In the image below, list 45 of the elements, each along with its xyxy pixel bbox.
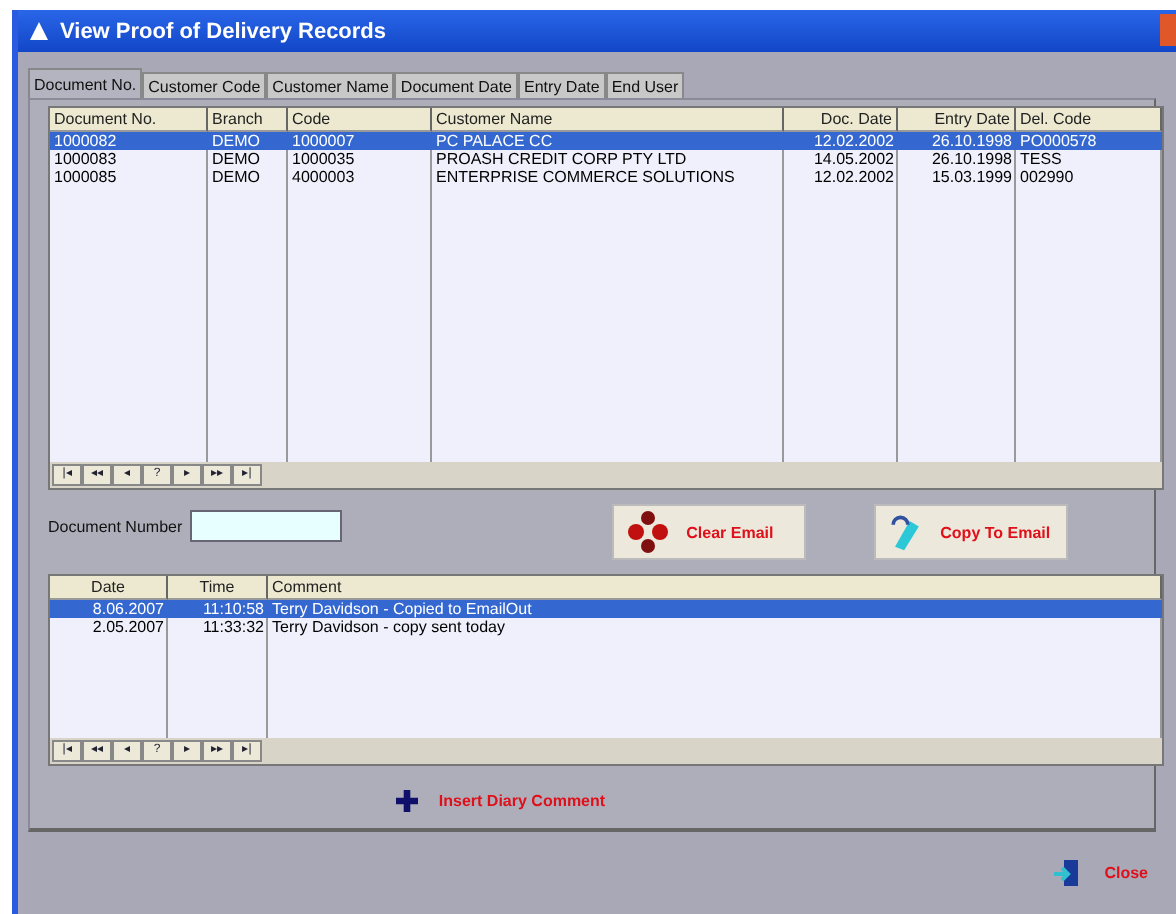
table-cell-text: 8.06.2007 [90, 600, 166, 618]
table-cell-text: 1000085 [52, 168, 119, 186]
table-cell-text: 26.10.1998 [929, 132, 1014, 150]
table-cell-text: 4000003 [290, 168, 357, 186]
tab[interactable]: Document No. [28, 68, 143, 98]
table-cell-text: DEMO [210, 168, 262, 186]
table-row[interactable]: 2.05.2007 11:33:32 Terry Davidson - copy sent today [50, 618, 1162, 636]
table-row[interactable]: 8.06.2007 11:10:58 Terry Davidson - Copied to EmailOut [50, 600, 1162, 618]
tab[interactable]: End User [605, 72, 685, 98]
triangle-icon [30, 22, 48, 40]
table-cell-text: 1000035 [290, 150, 357, 168]
table-cell-text: 11:33:32 [200, 618, 266, 636]
table-cell-text: 12.02.2002 [811, 132, 896, 150]
table-cell-text: 002990 [1018, 168, 1076, 186]
table-row[interactable]: 1000085 DEMO 4000003 ENTERPRISE COMMERCE SOLUTIONS 12.02.2002 15.03.1999 002990 [50, 168, 1162, 186]
table-cell-text: 26.10.1998 [929, 150, 1014, 168]
plus-icon [396, 790, 419, 812]
table-cell-text: 1000082 [52, 132, 119, 150]
table-cell-text: 2.05.2007 [90, 618, 166, 636]
window-title: View Proof of Delivery Records [60, 19, 387, 43]
table-row[interactable]: 1000082 DEMO 1000007 PC PALACE CC 12.02.2002 26.10.1998 PO000578 [50, 132, 1162, 150]
field-label: Document Number [48, 517, 183, 535]
tab[interactable]: Entry Date [518, 72, 606, 98]
table-cell-text: PROASH CREDIT CORP PTY LTD [434, 150, 689, 168]
table-cell-text: DEMO [210, 150, 262, 168]
tab[interactable]: Customer Code [142, 72, 267, 98]
table-cell-text: 1000007 [290, 132, 357, 150]
table-cell-text: 1000083 [52, 150, 119, 168]
tab[interactable]: Customer Name [266, 72, 395, 98]
document-number-field[interactable] [190, 510, 343, 542]
table-cell-text: Terry Davidson - Copied to EmailOut [270, 600, 534, 618]
table-cell-text: 15.03.1999 [929, 168, 1014, 186]
table-cell-text: TESS [1018, 150, 1064, 168]
tab[interactable]: Document Date [394, 72, 519, 98]
action-button[interactable]: Copy To Email [874, 504, 1069, 560]
table-cell-text: PC PALACE CC [434, 132, 555, 150]
action-button[interactable]: Clear Email [612, 504, 807, 560]
table-row[interactable]: 1000083 DEMO 1000035 PROASH CREDIT CORP PTY LTD 14.05.2002 26.10.1998 TESS [50, 150, 1162, 168]
table-cell-text: PO000578 [1018, 132, 1099, 150]
table-cell-text: 14.05.2002 [811, 150, 896, 168]
table-cell-text: 11:10:58 [200, 600, 266, 618]
table-cell-text: DEMO [210, 132, 262, 150]
table-cell-text: ENTERPRISE COMMERCE SOLUTIONS [434, 168, 737, 186]
table-cell-text: Terry Davidson - copy sent today [270, 618, 507, 636]
table-cell-text: 12.02.2002 [811, 168, 896, 186]
